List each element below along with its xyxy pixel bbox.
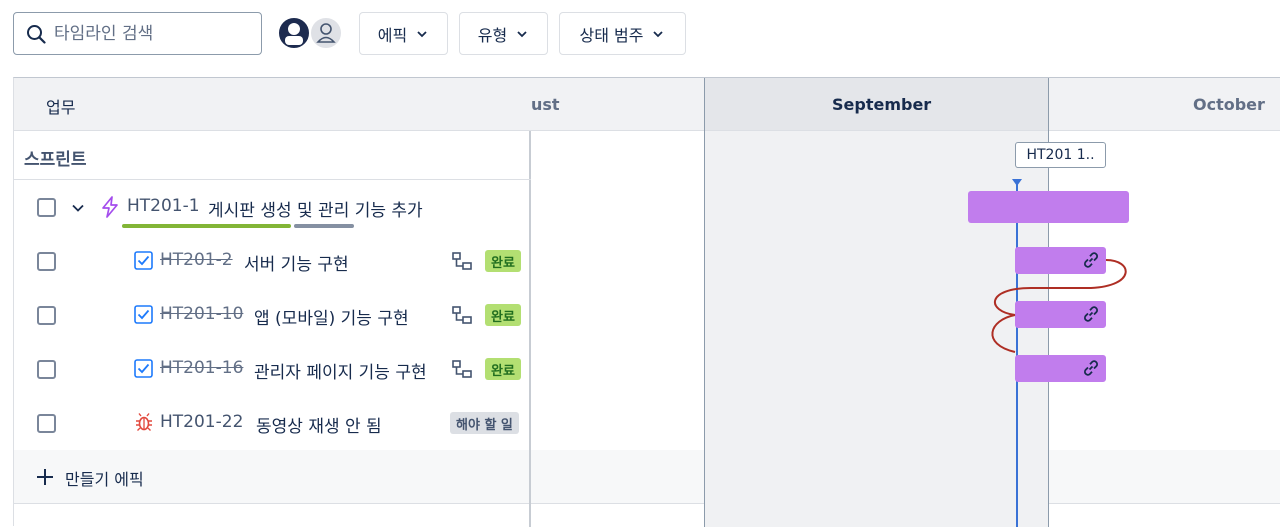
- sprint-label: 스프린트: [24, 150, 87, 170]
- epic-filter-button[interactable]: 에픽: [359, 12, 448, 55]
- progress-remaining: [294, 224, 354, 228]
- search-input[interactable]: [54, 23, 254, 44]
- progress-done: [122, 224, 291, 228]
- filter-label: 에픽: [377, 25, 408, 45]
- issue-row[interactable]: HT201-16 관리자 페이지 기능 구현 완료: [14, 342, 531, 396]
- epic-icon: [102, 196, 118, 218]
- status-badge: 해야 할 일: [450, 412, 519, 434]
- epic-progress-bar: [122, 224, 354, 228]
- issue-summary: 동영상 재생 안 됨: [256, 417, 382, 437]
- today-marker-icon: [1012, 179, 1022, 186]
- month-divider: [704, 78, 705, 527]
- month-label: September: [832, 95, 932, 114]
- chevron-down-icon[interactable]: [70, 200, 86, 216]
- issue-summary: 관리자 페이지 기능 구현: [254, 363, 427, 383]
- chevron-down-icon: [653, 30, 664, 37]
- row-checkbox[interactable]: [37, 198, 56, 217]
- month-header: ust: [531, 78, 704, 131]
- dependency-lines: [991, 259, 1127, 353]
- task-checkbox-icon: [134, 359, 153, 378]
- chevron-down-icon: [417, 30, 427, 37]
- issue-row[interactable]: HT201-10 앱 (모바일) 기능 구현 완료: [14, 288, 531, 342]
- subtask-hierarchy-icon: [452, 306, 472, 324]
- avatar-unassigned[interactable]: [309, 16, 343, 50]
- work-header-label: 업무: [46, 98, 76, 117]
- month-header-current: September: [704, 78, 1048, 131]
- user-outline-icon: [316, 23, 336, 43]
- status-badge: 완료: [485, 358, 521, 380]
- subtask-hierarchy-icon: [452, 252, 472, 270]
- sprint-marker-label: HT201 1..: [1026, 147, 1095, 163]
- work-list: 업무 스프린트 HT201-1 게시판 생성 및 관리 기능 추가 HT201-…: [14, 78, 531, 527]
- issue-summary: 앱 (모바일) 기능 구현: [254, 309, 409, 329]
- timeline-area: ust September October HT201 1..: [531, 78, 1280, 527]
- type-filter-button[interactable]: 유형: [459, 12, 548, 55]
- avatar[interactable]: [277, 16, 311, 50]
- user-icon: [285, 23, 303, 45]
- issue-key[interactable]: HT201-22: [160, 412, 243, 432]
- issue-key[interactable]: HT201-16: [160, 358, 243, 378]
- row-checkbox[interactable]: [37, 414, 56, 433]
- bug-icon: [136, 413, 152, 431]
- subtask-hierarchy-icon: [452, 360, 472, 378]
- row-checkbox[interactable]: [37, 360, 56, 379]
- epic-summary: 게시판 생성 및 관리 기능 추가: [208, 201, 423, 221]
- toolbar: 에픽 유형 상태 범주: [0, 0, 1280, 66]
- search-icon: [27, 24, 46, 44]
- chevron-down-icon: [517, 30, 527, 37]
- issue-row[interactable]: HT201-2 서버 기능 구현 완료: [14, 234, 531, 288]
- task-checkbox-icon: [134, 251, 153, 270]
- row-checkbox[interactable]: [37, 252, 56, 271]
- month-label: October: [1193, 95, 1265, 114]
- issue-key[interactable]: HT201-2: [160, 250, 233, 270]
- issue-key[interactable]: HT201-10: [160, 304, 243, 324]
- epic-bar[interactable]: [968, 191, 1129, 223]
- status-category-filter-button[interactable]: 상태 범주: [559, 12, 686, 55]
- issue-row[interactable]: HT201-22 동영상 재생 안 됨 해야 할 일: [14, 396, 531, 450]
- month-header: October: [1048, 78, 1280, 131]
- sprint-row: 스프린트: [14, 131, 531, 180]
- month-label: ust: [531, 95, 560, 114]
- timeline-search[interactable]: [13, 12, 262, 55]
- status-badge: 완료: [485, 304, 521, 326]
- timeline-grid: 만들기 에픽 업무 스프린트 HT201-1 게시판 생성 및 관리 기능 추가: [13, 77, 1280, 527]
- epic-row[interactable]: HT201-1 게시판 생성 및 관리 기능 추가: [14, 180, 531, 234]
- task-checkbox-icon: [134, 305, 153, 324]
- filter-label: 상태 범주: [579, 25, 644, 45]
- filter-label: 유형: [477, 25, 508, 45]
- status-badge: 완료: [485, 250, 521, 272]
- row-checkbox[interactable]: [37, 306, 56, 325]
- work-header: 업무: [14, 78, 531, 131]
- issue-summary: 서버 기능 구현: [244, 255, 349, 275]
- epic-key[interactable]: HT201-1: [127, 196, 200, 216]
- sprint-marker[interactable]: HT201 1..: [1015, 142, 1106, 168]
